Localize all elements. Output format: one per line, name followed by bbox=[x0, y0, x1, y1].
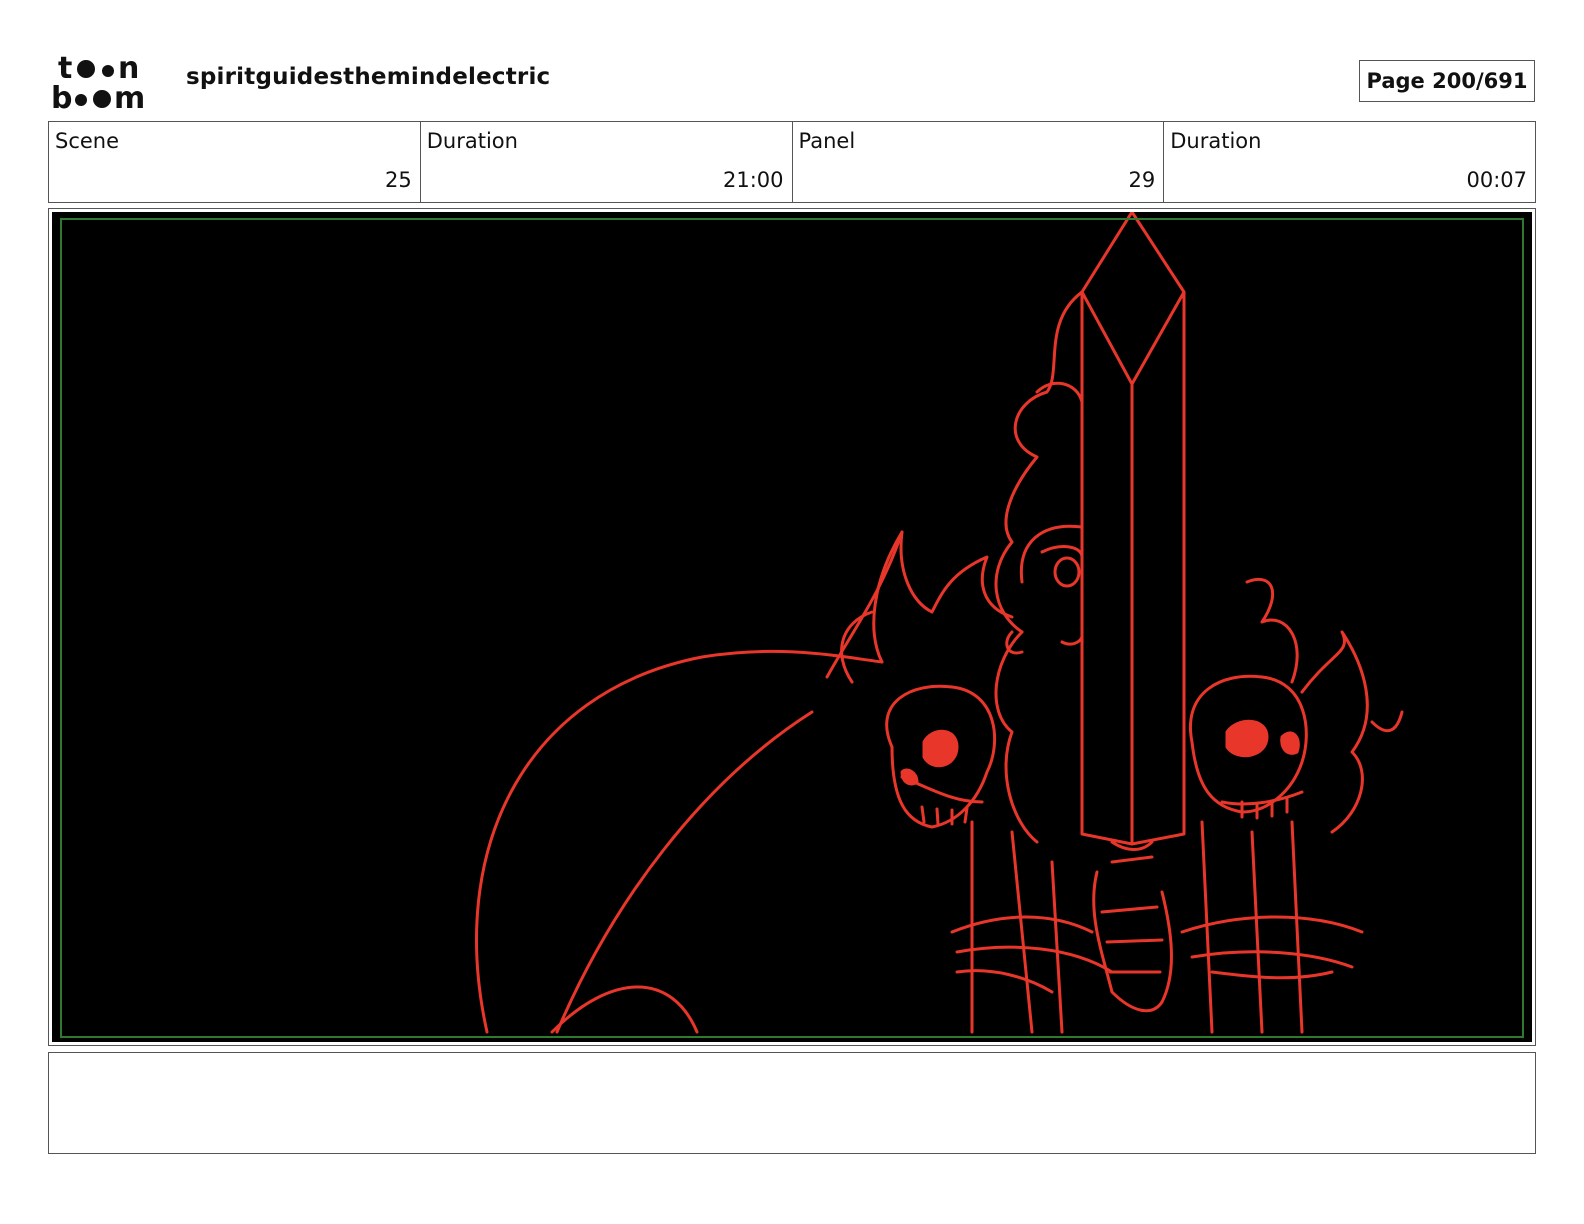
scene-label: Scene bbox=[55, 129, 120, 153]
project-title: spiritguidesthemindelectric bbox=[186, 64, 551, 90]
panel-notes[interactable] bbox=[48, 1052, 1536, 1154]
panel-drawing bbox=[475, 212, 1404, 1034]
page-indicator: Page 200/691 bbox=[1359, 60, 1535, 102]
svg-text:b: b bbox=[51, 81, 72, 112]
toonboom-logo: t n b m toon bbox=[50, 50, 165, 112]
scene-duration-label: Duration bbox=[426, 129, 518, 153]
storyboard-panel-frame bbox=[48, 208, 1536, 1046]
svg-text:m: m bbox=[114, 81, 145, 112]
panel-duration-cell: Duration 00:07 bbox=[1164, 122, 1535, 202]
panel-duration-label: Duration bbox=[1170, 129, 1262, 153]
storyboard-panel-image bbox=[52, 212, 1532, 1042]
scene-cell: Scene 25 bbox=[49, 122, 421, 202]
panel-cell: Panel 29 bbox=[793, 122, 1165, 202]
scene-duration-value: 21:00 bbox=[722, 168, 784, 192]
panel-value: 29 bbox=[1128, 168, 1156, 192]
panel-duration-value: 00:07 bbox=[1466, 168, 1527, 192]
panel-label: Panel bbox=[798, 129, 856, 153]
scene-value: 25 bbox=[385, 168, 412, 192]
scene-duration-cell: Duration 21:00 bbox=[421, 122, 793, 202]
scene-info-bar: Scene 25 Duration 21:00 Panel 29 Duratio… bbox=[48, 121, 1536, 203]
